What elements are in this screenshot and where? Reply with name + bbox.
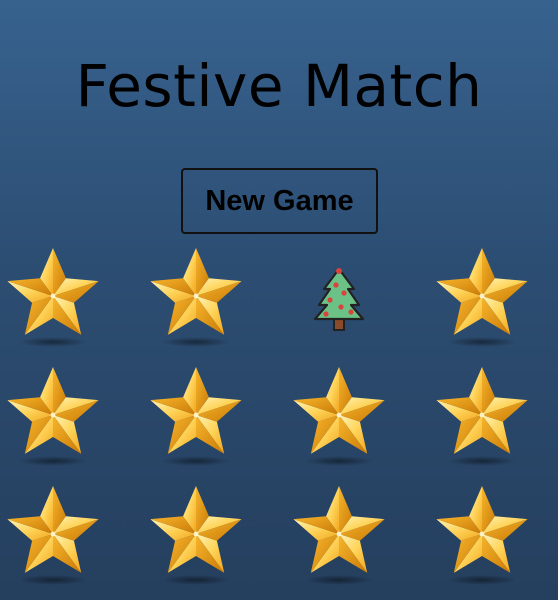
star-icon xyxy=(289,484,389,588)
memory-card[interactable] xyxy=(142,363,250,471)
christmas-tree-icon xyxy=(311,263,367,333)
star-icon xyxy=(3,246,103,350)
memory-card[interactable] xyxy=(285,363,393,471)
memory-card[interactable] xyxy=(0,244,107,352)
star-icon xyxy=(432,484,532,588)
memory-card[interactable] xyxy=(0,482,107,590)
new-game-button[interactable]: New Game xyxy=(181,168,378,234)
star-icon xyxy=(3,484,103,588)
star-icon xyxy=(146,246,246,350)
memory-card[interactable] xyxy=(428,244,536,352)
memory-card[interactable] xyxy=(285,482,393,590)
star-icon xyxy=(146,365,246,469)
game-title: Festive Match xyxy=(75,52,483,120)
star-icon xyxy=(432,365,532,469)
memory-card[interactable] xyxy=(428,482,536,590)
memory-card[interactable] xyxy=(142,482,250,590)
memory-card[interactable] xyxy=(142,244,250,352)
memory-card[interactable] xyxy=(428,363,536,471)
star-icon xyxy=(432,246,532,350)
star-icon xyxy=(289,365,389,469)
memory-card[interactable] xyxy=(0,363,107,471)
star-icon xyxy=(3,365,103,469)
memory-card[interactable] xyxy=(285,244,393,352)
card-board xyxy=(0,244,558,600)
star-icon xyxy=(146,484,246,588)
